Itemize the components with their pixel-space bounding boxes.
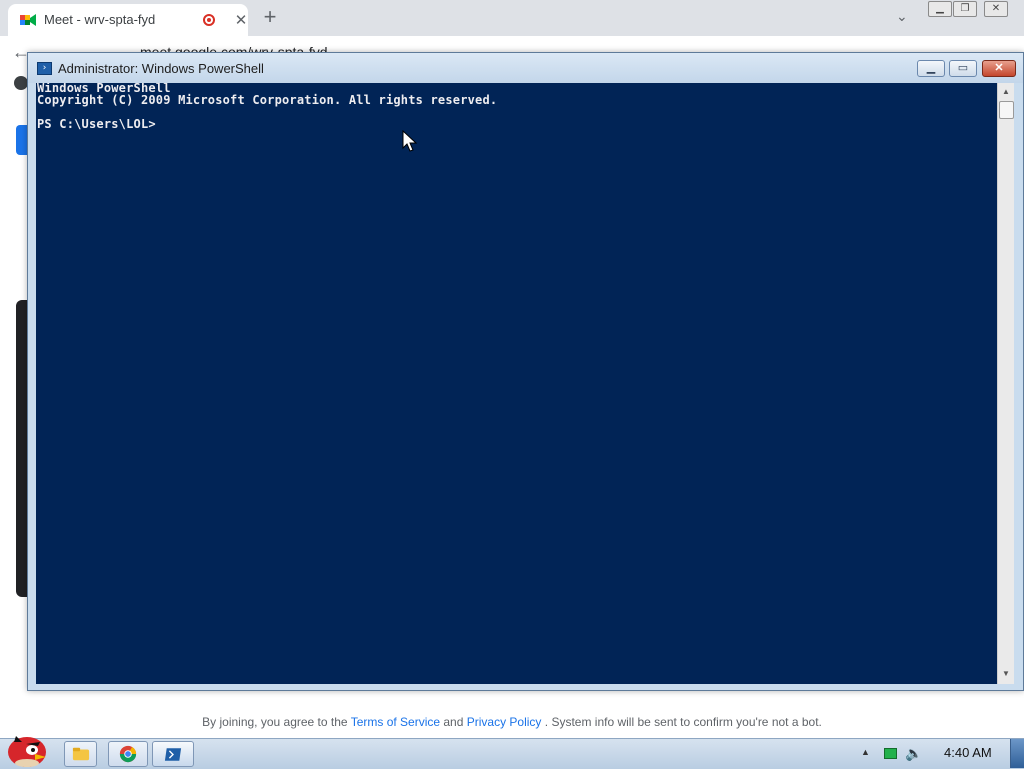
tab-close-icon[interactable]: ✕ — [232, 11, 250, 29]
tab-search-chevron-icon[interactable]: ⌄ — [896, 8, 908, 25]
mouse-pointer-icon — [402, 130, 418, 152]
scroll-down-arrow-icon[interactable]: ▼ — [998, 665, 1014, 682]
privacy-policy-link[interactable]: Privacy Policy — [467, 715, 542, 729]
google-meet-icon — [20, 14, 36, 26]
scroll-up-arrow-icon[interactable]: ▲ — [998, 83, 1014, 100]
new-tab-button[interactable]: + — [260, 4, 280, 30]
powershell-icon — [164, 748, 182, 761]
tray-expand-icon[interactable]: ▲ — [861, 747, 870, 757]
window-title: Administrator: Windows PowerShell — [58, 61, 264, 76]
console-output[interactable]: Windows PowerShell Copyright (C) 2009 Mi… — [36, 83, 997, 684]
network-icon[interactable] — [884, 748, 897, 759]
chrome-icon — [119, 745, 137, 763]
browser-close-button[interactable]: ✕ — [984, 1, 1008, 17]
join-disclaimer: By joining, you agree to the Terms of Se… — [0, 715, 1024, 729]
browser-tab-title: Meet - wrv-spta-fyd — [44, 12, 156, 27]
folder-icon — [72, 747, 90, 761]
globe-icon[interactable] — [14, 76, 28, 90]
scroll-thumb[interactable] — [999, 101, 1014, 119]
volume-icon[interactable]: 🔈 — [905, 745, 922, 762]
console-line: Copyright (C) 2009 Microsoft Corporation… — [37, 93, 498, 107]
disclaimer-prefix: By joining, you agree to the — [202, 715, 351, 729]
taskbar-powershell-button[interactable] — [152, 741, 194, 767]
start-button-angry-bird-icon[interactable] — [2, 728, 48, 768]
powershell-icon[interactable]: › — [37, 62, 52, 75]
console-prompt[interactable]: PS C:\Users\LOL> — [37, 117, 156, 131]
taskbar-clock[interactable]: 4:40 AM — [944, 745, 992, 760]
powershell-titlebar[interactable]: › Administrator: Windows PowerShell ▁ ▭ … — [28, 53, 1023, 83]
taskbar-chrome-button[interactable] — [108, 741, 148, 767]
browser-tab-meet[interactable]: Meet - wrv-spta-fyd ✕ — [8, 4, 248, 36]
taskbar-explorer-button[interactable] — [64, 741, 97, 767]
close-button[interactable]: ✕ — [982, 60, 1016, 77]
minimize-button[interactable]: ▁ — [917, 60, 945, 77]
vertical-scrollbar[interactable]: ▲ ▼ — [997, 83, 1014, 684]
browser-restore-button[interactable]: ❐ — [953, 1, 977, 17]
show-desktop-button[interactable] — [1010, 739, 1024, 768]
disclaimer-suffix: . System info will be sent to confirm yo… — [541, 715, 822, 729]
disclaimer-and: and — [440, 715, 467, 729]
powershell-window[interactable]: › Administrator: Windows PowerShell ▁ ▭ … — [27, 52, 1024, 691]
recording-indicator-icon — [203, 14, 215, 26]
maximize-button[interactable]: ▭ — [949, 60, 977, 77]
browser-minimize-button[interactable]: ▁ — [928, 1, 952, 17]
terms-of-service-link[interactable]: Terms of Service — [351, 715, 440, 729]
